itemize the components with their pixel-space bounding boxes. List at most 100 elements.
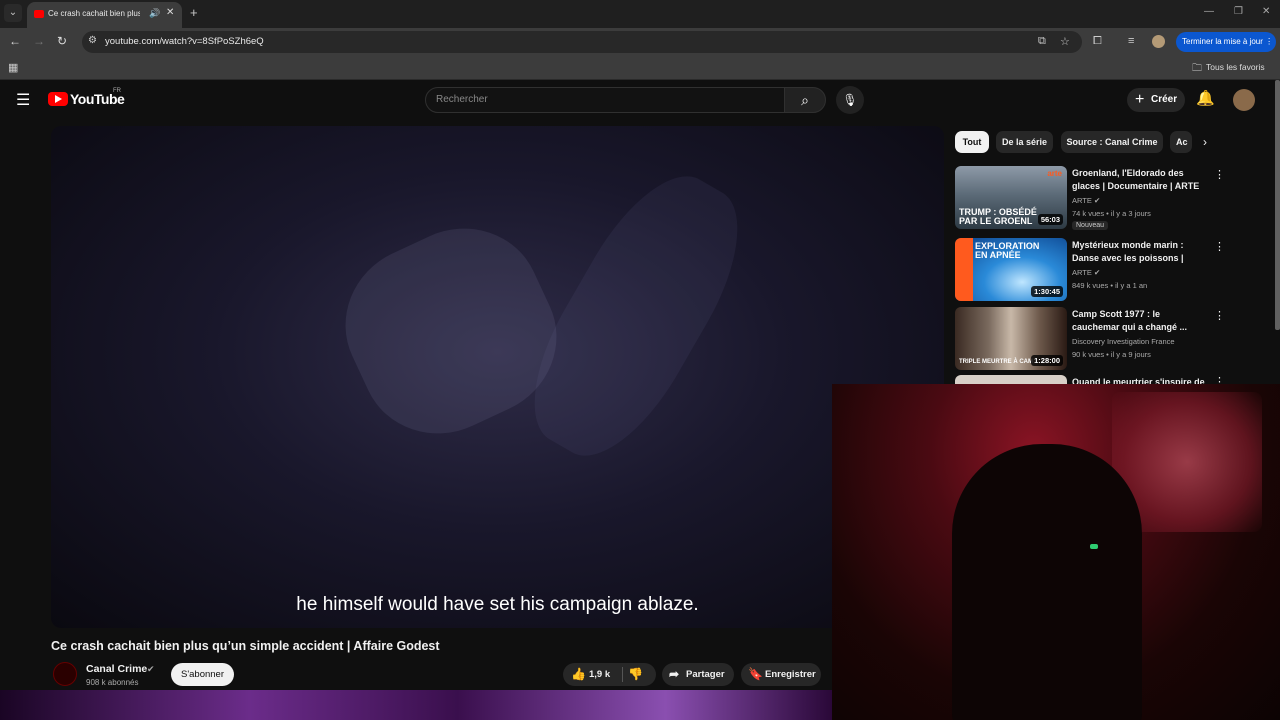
more-options-icon[interactable]: ⋮ [1214, 309, 1225, 322]
video-thumbnail[interactable] [955, 375, 1067, 384]
maximize-icon[interactable]: ❐ [1234, 6, 1243, 17]
address-bar[interactable]: ⚙ youtube.com/watch?v=8SfPoSZh6eQ ⧉ ☆ [82, 31, 1082, 53]
youtube-favicon-icon [34, 10, 44, 18]
search-box[interactable]: Rechercher [425, 87, 785, 113]
thumbs-down-icon[interactable]: 👎 [628, 663, 643, 686]
window-close-icon[interactable]: ✕ [1262, 6, 1270, 17]
save-label: Enregistrer [765, 669, 816, 680]
update-button[interactable]: Terminer la mise à jour ⋮ [1176, 32, 1276, 52]
browser-toolbar: ← → ↻ ⚙ youtube.com/watch?v=8SfPoSZh6eQ … [0, 28, 1280, 56]
thumbs-up-icon[interactable]: 👍 [571, 663, 586, 686]
share-label: Partager [686, 669, 725, 680]
video-thumbnail[interactable]: TRIPLE MEURTRE À CAM 1:28:00 [955, 307, 1067, 370]
new-badge: Nouveau [1072, 221, 1109, 230]
more-options-icon[interactable]: ⋮ [1214, 240, 1225, 253]
channel-name[interactable]: Canal Crime [86, 663, 147, 675]
media-controls-icon[interactable]: ≡ [1128, 35, 1134, 47]
apps-grid-icon[interactable]: ▦ [8, 61, 18, 74]
thumbnail-caption: EXPLORATION EN APNÉE [975, 241, 1040, 260]
all-bookmarks-button[interactable]: 🗀 Tous les favoris [1192, 62, 1265, 74]
folder-icon: 🗀 [1192, 63, 1202, 74]
url-text[interactable]: youtube.com/watch?v=8SfPoSZh6eQ [105, 36, 264, 47]
youtube-logo-icon[interactable] [48, 92, 68, 106]
country-code: FR [113, 88, 121, 94]
minimize-icon[interactable]: — [1204, 6, 1214, 17]
chevron-right-icon[interactable]: › [1203, 135, 1207, 149]
create-label: Créer [1151, 94, 1178, 105]
new-tab-button[interactable]: + [190, 5, 198, 20]
recommendation-meta: 74 k vues • il y a 3 jours [1072, 209, 1151, 218]
video-duration: 1:28:00 [1031, 355, 1063, 366]
star-icon[interactable]: ☆ [1060, 35, 1070, 48]
notifications-bell-icon[interactable]: 🔔 [1196, 89, 1215, 107]
webcam-person [952, 444, 1142, 720]
create-button[interactable]: + Créer [1127, 88, 1185, 112]
browser-tab-active[interactable]: Ce crash cachait bien plus qu'un simple … [27, 2, 182, 28]
share-button[interactable]: ➦ Partager [662, 663, 734, 686]
verified-check-icon: ✔ [147, 664, 155, 674]
channel-label: ARTE [1072, 268, 1092, 277]
video-duration: 1:30:45 [1031, 286, 1063, 297]
recommendation-meta: 849 k vues • il y a 1 an [1072, 281, 1148, 290]
webcam-overlay [832, 384, 1280, 720]
youtube-header: ☰ YouTube FR Rechercher ⌕ 🎙 + Créer 🔔 [0, 80, 1280, 120]
subscribe-button[interactable]: S'abonner [171, 663, 234, 686]
all-bookmarks-label: Tous les favoris [1206, 62, 1265, 72]
recommendation-item[interactable]: Quand le meurtrier s'inspire de ⋮ [955, 375, 1225, 384]
recommendation-channel[interactable]: ARTE ✔ [1072, 268, 1100, 277]
close-icon[interactable]: ✕ [166, 7, 174, 18]
site-info-icon[interactable]: ⚙ [88, 35, 97, 46]
recommendation-title[interactable]: Groenland, l'Eldorado des glaces | Docum… [1072, 167, 1207, 193]
bookmark-icon: 🔖 [748, 667, 763, 681]
chip-series[interactable]: De la série [996, 131, 1053, 153]
install-app-icon[interactable]: ⧉ [1038, 35, 1046, 48]
reload-icon[interactable]: ↻ [57, 34, 67, 48]
video-thumbnail[interactable]: EXPLORATION EN APNÉE 1:30:45 [955, 238, 1067, 301]
chip-more[interactable]: Ac [1170, 131, 1192, 153]
verified-check-icon: ✔ [1093, 268, 1101, 277]
hamburger-menu-icon[interactable]: ☰ [16, 90, 30, 110]
webcam-indicator-light [1090, 544, 1098, 549]
tab-search-button[interactable]: ⌄ [4, 4, 22, 22]
channel-label: ARTE [1072, 196, 1092, 205]
bookmarks-bar: ▦ 🗀 Tous les favoris [0, 56, 1280, 80]
save-button[interactable]: 🔖 Enregistrer [741, 663, 821, 686]
thumbnail-caption: TRIPLE MEURTRE À CAM [959, 359, 1033, 365]
channel-avatar[interactable] [53, 662, 77, 686]
chip-source[interactable]: Source : Canal Crime [1061, 131, 1163, 153]
like-divider [622, 667, 623, 682]
verified-check-icon: ✔ [1093, 196, 1101, 205]
user-avatar[interactable] [1233, 89, 1255, 111]
video-duration: 56:03 [1037, 214, 1063, 225]
plus-icon: + [1135, 91, 1145, 108]
tab-title: Ce crash cachait bien plus qu'un simple … [48, 9, 140, 18]
page-scrollbar[interactable] [1275, 80, 1280, 330]
chip-all[interactable]: Tout [955, 131, 989, 153]
subscriber-count: 908 k abonnés [86, 678, 139, 687]
recommendation-channel[interactable]: Discovery Investigation France [1072, 337, 1175, 346]
extensions-icon[interactable]: ⧠ [1093, 35, 1102, 48]
search-icon[interactable]: ⌕ [784, 87, 826, 113]
recommendation-title[interactable]: Mystérieux monde marin : Danse avec les … [1072, 239, 1207, 265]
recommendation-item[interactable]: EXPLORATION EN APNÉE 1:30:45 Mystérieux … [955, 238, 1225, 304]
recommendation-channel[interactable]: ARTE ✔ [1072, 196, 1100, 205]
more-options-icon[interactable]: ⋮ [1214, 375, 1225, 384]
recommendation-item[interactable]: TRIPLE MEURTRE À CAM 1:28:00 Camp Scott … [955, 307, 1225, 373]
search-input[interactable]: Rechercher [436, 94, 488, 105]
back-arrow-icon[interactable]: ← [9, 34, 21, 48]
video-title: Ce crash cachait bien plus qu’un simple … [51, 639, 440, 653]
thumbnail-caption: TRUMP : OBSÉDÉ PAR LE GROENL [959, 207, 1037, 226]
speaker-icon[interactable]: 🔊 [149, 8, 160, 19]
forward-arrow-icon[interactable]: → [33, 34, 45, 48]
video-subtitle: he himself would have set his campaign a… [296, 594, 699, 615]
more-options-icon[interactable]: ⋮ [1214, 168, 1225, 181]
recommendation-title[interactable]: Quand le meurtrier s'inspire de [1072, 376, 1207, 384]
recommendation-title[interactable]: Camp Scott 1977 : le cauchemar qui a cha… [1072, 308, 1207, 334]
like-count[interactable]: 1,9 k [589, 663, 610, 686]
profile-avatar[interactable] [1152, 35, 1165, 48]
video-player[interactable]: he himself would have set his campaign a… [51, 126, 944, 628]
microphone-icon[interactable]: 🎙 [836, 86, 864, 114]
video-thumbnail[interactable]: arte TRUMP : OBSÉDÉ PAR LE GROENL 56:03 [955, 166, 1067, 229]
recommendation-item[interactable]: arte TRUMP : OBSÉDÉ PAR LE GROENL 56:03 … [955, 166, 1225, 232]
update-button-label: Terminer la mise à jour [1182, 37, 1263, 46]
